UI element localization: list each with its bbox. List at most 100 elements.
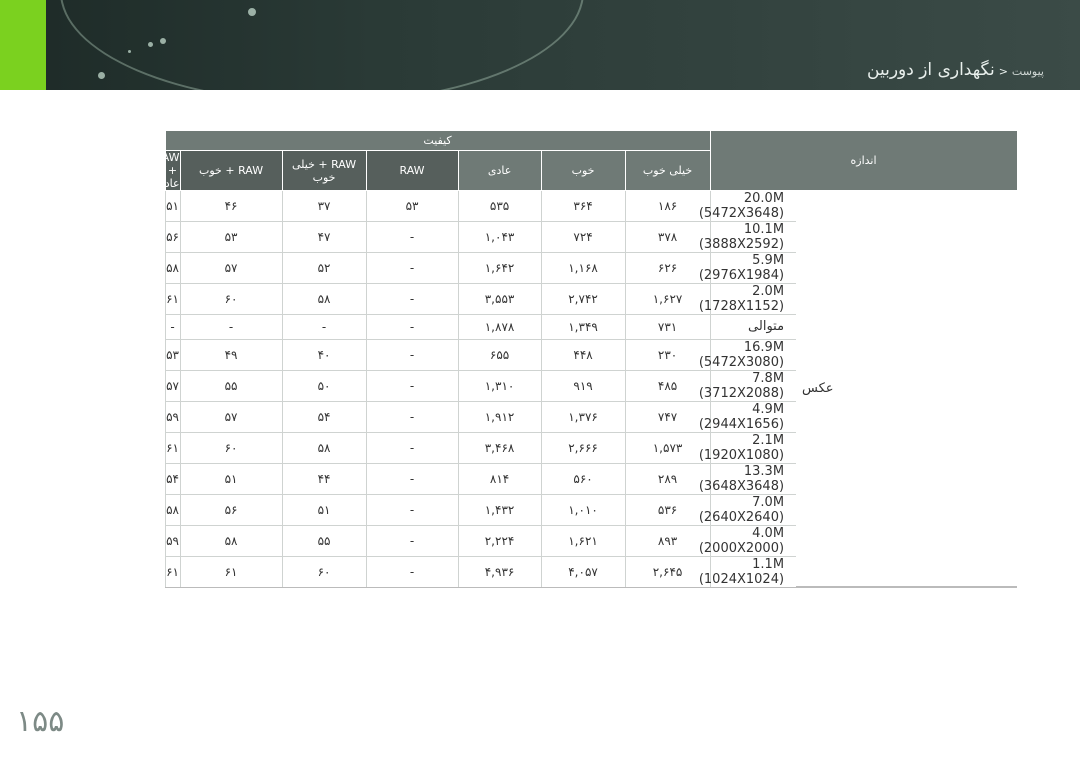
value-cell: ۲۳۰ xyxy=(624,339,711,371)
value-cell: ۴۶ xyxy=(179,190,283,222)
value-cell: ۵۵ xyxy=(281,525,367,557)
value-cell: ۶۱ xyxy=(164,283,181,315)
value-cell: ۵۰ xyxy=(281,370,367,402)
value-cell: ۷۲۴ xyxy=(540,221,626,253)
value-cell: ۳,۵۵۳ xyxy=(457,283,542,315)
resolution-cell: 13.3M (3648X3648) xyxy=(699,463,797,495)
value-cell: ۱,۸۷۸ xyxy=(457,314,542,340)
value-cell: - xyxy=(164,314,181,340)
resolution-cell: 4.0M (2000X2000) xyxy=(699,525,797,557)
resolution-cell: 5.9M (2976X1984) xyxy=(699,252,797,284)
value-cell: ۲۸۹ xyxy=(624,463,711,495)
sparkle-dot xyxy=(128,50,131,53)
column-header: RAW + عادی xyxy=(154,150,181,191)
value-cell: ۱,۱۶۸ xyxy=(540,252,626,284)
sparkle-dot xyxy=(98,72,105,79)
value-cell: ۱,۶۲۱ xyxy=(540,525,626,557)
breadcrumb: پیوست xyxy=(1011,65,1044,78)
column-header: RAW + خوب xyxy=(179,150,283,191)
value-cell: - xyxy=(365,432,459,464)
value-cell: ۷۴۷ xyxy=(624,401,711,433)
value-cell: ۵۷ xyxy=(164,370,181,402)
value-cell: - xyxy=(365,370,459,402)
value-cell: ۵۵ xyxy=(179,370,283,402)
sparkle-dot xyxy=(248,8,256,16)
value-cell: ۵۴ xyxy=(164,463,181,495)
value-cell: ۴۴ xyxy=(281,463,367,495)
value-cell: ۸۱۴ xyxy=(457,463,542,495)
value-cell: ۶۲۶ xyxy=(624,252,711,284)
value-cell: ۵۱ xyxy=(281,494,367,526)
value-cell: ۸۹۳ xyxy=(624,525,711,557)
value-cell: ۵۲ xyxy=(281,252,367,284)
quality-header: کیفیت xyxy=(164,130,711,151)
value-cell: ۴۹ xyxy=(179,339,283,371)
size-header: اندازه xyxy=(709,130,1018,191)
column-header: خوب xyxy=(540,150,626,191)
value-cell: ۴۰ xyxy=(281,339,367,371)
table-row: عکس 20.0M (5472X3648) ۱۸۶ ۳۶۴ ۵۳۵ ۵۳ ۳۷ ۴۶ ۵۱ xyxy=(164,190,1018,588)
group-label: عکس xyxy=(796,190,1018,588)
table-body: عکس 20.0M (5472X3648) ۱۸۶ ۳۶۴ ۵۳۵ ۵۳ ۳۷ ۴۶ ۵۱ 10.… xyxy=(164,190,1018,588)
section-title: پیوست<نگهداری از دوربین xyxy=(867,60,1044,80)
value-cell: ۱,۰۱۰ xyxy=(540,494,626,526)
value-cell: ۵۸ xyxy=(281,432,367,464)
value-cell: ۵۶ xyxy=(179,494,283,526)
column-header: RAW + خیلی خوب xyxy=(281,150,367,191)
accent-tab xyxy=(0,0,46,90)
resolution-cell: 20.0M (5472X3648) xyxy=(699,190,797,222)
value-cell: ۶۱ xyxy=(164,556,181,588)
value-cell: ۴,۰۵۷ xyxy=(540,556,626,588)
value-cell: ۵۷ xyxy=(179,401,283,433)
resolution-cell: 7.0M (2640X2640) xyxy=(699,494,797,526)
value-cell: ۶۵۵ xyxy=(457,339,542,371)
sparkle-dot xyxy=(148,42,153,47)
value-cell: ۳۷ xyxy=(281,190,367,222)
resolution-cell: 10.1M (3888X2592) xyxy=(699,221,797,253)
value-cell: ۵۸ xyxy=(179,525,283,557)
resolution-cell: 4.9M (2944X1656) xyxy=(699,401,797,433)
value-cell: - xyxy=(179,314,283,340)
value-cell: ۱,۵۷۳ xyxy=(624,432,711,464)
resolution-cell: 1.1M (1024X1024) xyxy=(699,556,797,588)
value-cell: ۴۷ xyxy=(281,221,367,253)
value-cell: ۳,۴۶۸ xyxy=(457,432,542,464)
value-cell: ۴۴۸ xyxy=(540,339,626,371)
value-cell: ۷۳۱ xyxy=(624,314,711,340)
value-cell: ۱,۴۳۲ xyxy=(457,494,542,526)
value-cell: - xyxy=(281,314,367,340)
value-cell: ۲,۶۴۵ xyxy=(624,556,711,588)
value-cell: - xyxy=(365,221,459,253)
value-cell: ۶۱ xyxy=(179,556,283,588)
value-cell: ۵۳۶ xyxy=(624,494,711,526)
value-cell: - xyxy=(365,525,459,557)
value-cell: ۱,۰۴۳ xyxy=(457,221,542,253)
value-cell: ۵۹ xyxy=(164,401,181,433)
value-cell: ۱۸۶ xyxy=(624,190,711,222)
value-cell: ۵۹ xyxy=(164,525,181,557)
value-cell: ۲,۷۴۲ xyxy=(540,283,626,315)
page-number: ۱۵۵ xyxy=(16,704,65,739)
breadcrumb-separator: < xyxy=(998,65,1008,78)
value-cell: ۱,۳۷۶ xyxy=(540,401,626,433)
resolution-cell: 7.8M (3712X2088) xyxy=(699,370,797,402)
value-cell: ۱,۶۲۷ xyxy=(624,283,711,315)
resolution-cell: 2.0M (1728X1152) xyxy=(699,283,797,315)
value-cell: ۵۷ xyxy=(179,252,283,284)
value-cell: ۶۰ xyxy=(179,283,283,315)
value-cell: - xyxy=(365,339,459,371)
value-cell: ۵۸ xyxy=(164,252,181,284)
column-header: عادی xyxy=(457,150,542,191)
value-cell: ۲,۲۲۴ xyxy=(457,525,542,557)
value-cell: ۵۳۵ xyxy=(457,190,542,222)
column-header: RAW xyxy=(365,150,459,191)
value-cell: ۴,۹۳۶ xyxy=(457,556,542,588)
value-cell: ۶۰ xyxy=(281,556,367,588)
header-banner: پیوست<نگهداری از دوربین xyxy=(0,0,1080,90)
resolution-cell: 2.1M (1920X1080) xyxy=(699,432,797,464)
value-cell: ۶۱ xyxy=(164,432,181,464)
value-cell: ۵۳ xyxy=(365,190,459,222)
value-cell: ۲,۶۶۶ xyxy=(540,432,626,464)
value-cell: ۵۱ xyxy=(179,463,283,495)
value-cell: ۴۸۵ xyxy=(624,370,711,402)
